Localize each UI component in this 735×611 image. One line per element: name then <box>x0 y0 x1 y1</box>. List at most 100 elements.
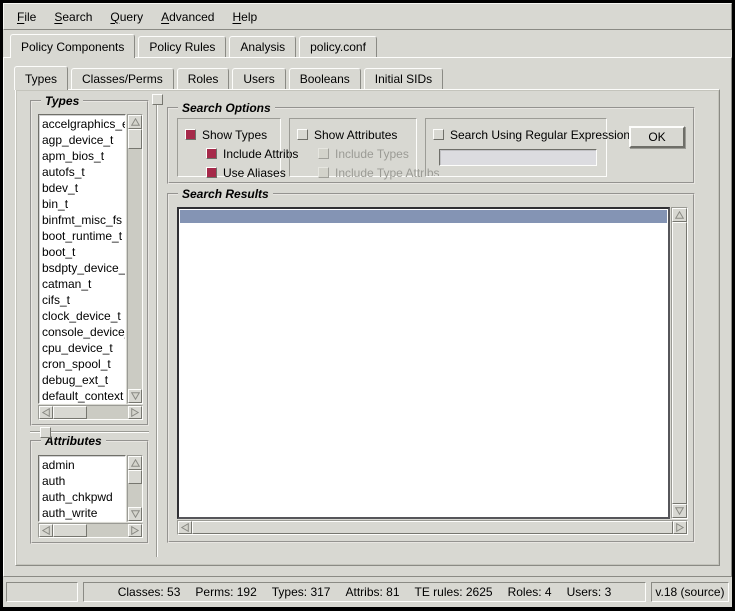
list-item[interactable]: clock_device_t <box>42 308 125 324</box>
types-groupbox-title: Types <box>41 94 83 108</box>
tab-policy-conf[interactable]: policy.conf <box>299 36 377 57</box>
include-attribs-checkbox[interactable]: Include Attribs <box>206 144 280 163</box>
scroll-down-icon[interactable] <box>128 389 142 403</box>
menu-help[interactable]: Help <box>223 7 266 27</box>
include-type-attribs-label: Include Type Attribs <box>335 166 440 180</box>
search-results-textarea[interactable] <box>177 207 670 519</box>
show-types-option-group: Show Types Include Attribs Use Aliases <box>177 118 281 177</box>
menu-advanced[interactable]: Advanced <box>152 7 223 27</box>
regex-input[interactable] <box>439 149 597 166</box>
sash-handle[interactable] <box>152 94 163 105</box>
list-item[interactable]: boot_t <box>42 244 125 260</box>
use-aliases-checkbox[interactable]: Use Aliases <box>206 163 280 182</box>
status-version-cell: v.18 (source) <box>651 582 729 602</box>
list-item[interactable]: catman_t <box>42 276 125 292</box>
checkbox-unchecked-icon <box>297 129 308 140</box>
menu-bar: File Search Query Advanced Help <box>3 3 732 30</box>
scroll-right-icon[interactable] <box>673 521 687 534</box>
list-item[interactable]: console_device_ <box>42 324 125 340</box>
types-listbox[interactable]: accelgraphics_e agp_device_t apm_bios_t … <box>38 114 126 404</box>
types-vertical-scrollbar[interactable] <box>127 114 143 404</box>
scroll-up-icon[interactable] <box>128 456 142 470</box>
list-item[interactable]: apm_bios_t <box>42 148 125 164</box>
scroll-right-icon[interactable] <box>128 406 142 419</box>
tab-types[interactable]: Types <box>14 66 68 90</box>
scrollbar-thumb[interactable] <box>672 222 687 504</box>
scroll-right-icon[interactable] <box>128 524 142 537</box>
types-horizontal-scrollbar[interactable] <box>38 405 143 420</box>
checkbox-unchecked-icon <box>433 129 444 140</box>
types-groupbox: Types accelgraphics_e agp_device_t apm_b… <box>30 100 149 426</box>
scrollbar-thumb[interactable] <box>53 524 87 537</box>
vertical-sash[interactable] <box>153 90 162 565</box>
menu-query[interactable]: Query <box>101 7 152 27</box>
list-item[interactable]: boot_runtime_t <box>42 228 125 244</box>
list-item[interactable]: auth_write <box>42 505 125 521</box>
selected-line-highlight <box>180 210 667 223</box>
scrollbar-thumb[interactable] <box>192 521 673 534</box>
include-types-checkbox: Include Types <box>318 144 416 163</box>
tab-initial-sids[interactable]: Initial SIDs <box>364 68 443 89</box>
list-item[interactable]: bdev_t <box>42 180 125 196</box>
list-item[interactable]: autofs_t <box>42 164 125 180</box>
show-types-checkbox[interactable]: Show Types <box>185 125 280 144</box>
sash-handle[interactable] <box>40 427 51 438</box>
tab-roles[interactable]: Roles <box>177 68 230 89</box>
tab-policy-rules[interactable]: Policy Rules <box>138 36 226 57</box>
version-label: v.18 (source) <box>655 585 724 599</box>
scroll-up-icon[interactable] <box>128 115 142 129</box>
list-item[interactable]: accelgraphics_e <box>42 116 125 132</box>
list-item[interactable]: auth <box>42 473 125 489</box>
list-item[interactable]: cron_spool_t <box>42 356 125 372</box>
scroll-up-icon[interactable] <box>672 208 687 222</box>
menu-advanced-label: dvanced <box>169 10 214 24</box>
ok-button[interactable]: OK <box>629 126 685 148</box>
checkbox-checked-icon <box>206 167 217 178</box>
tab-booleans[interactable]: Booleans <box>289 68 361 89</box>
scrollbar-track[interactable] <box>87 406 128 419</box>
app-window: File Search Query Advanced Help Policy C… <box>0 0 735 611</box>
search-options-title: Search Options <box>178 101 275 115</box>
list-item[interactable]: debug_ext_t <box>42 372 125 388</box>
list-item[interactable]: bsdpty_device_ <box>42 260 125 276</box>
search-results-groupbox: Search Results <box>167 193 695 543</box>
scrollbar-thumb[interactable] <box>128 470 142 484</box>
scrollbar-track[interactable] <box>87 524 128 537</box>
component-tab-bar: Types Classes/Perms Roles Users Booleans… <box>4 58 731 89</box>
results-vertical-scrollbar[interactable] <box>671 207 688 519</box>
list-item[interactable]: default_context <box>42 388 125 404</box>
list-item[interactable]: cifs_t <box>42 292 125 308</box>
show-types-label: Show Types <box>202 128 267 142</box>
list-item[interactable]: bin_t <box>42 196 125 212</box>
scroll-down-icon[interactable] <box>128 507 142 521</box>
tab-policy-components[interactable]: Policy Components <box>10 34 135 58</box>
attributes-listbox[interactable]: admin auth auth_chkpwd auth_write <box>38 455 126 522</box>
tab-classes-perms[interactable]: Classes/Perms <box>71 68 174 89</box>
scroll-down-icon[interactable] <box>672 504 687 518</box>
list-item[interactable]: cpu_device_t <box>42 340 125 356</box>
tab-analysis[interactable]: Analysis <box>229 36 296 57</box>
status-roles: Roles: 4 <box>508 585 552 599</box>
list-item[interactable]: admin <box>42 457 125 473</box>
list-item[interactable]: agp_device_t <box>42 132 125 148</box>
show-attributes-option-group: Show Attributes Include Types Include Ty… <box>289 118 417 177</box>
scrollbar-track[interactable] <box>128 484 142 507</box>
scrollbar-track[interactable] <box>128 149 142 389</box>
scroll-left-icon[interactable] <box>39 406 53 419</box>
scroll-left-icon[interactable] <box>39 524 53 537</box>
results-horizontal-scrollbar[interactable] <box>177 520 688 535</box>
menu-file[interactable]: File <box>8 7 45 27</box>
tab-users[interactable]: Users <box>232 68 285 89</box>
attributes-vertical-scrollbar[interactable] <box>127 455 143 522</box>
scrollbar-thumb[interactable] <box>53 406 87 419</box>
scroll-left-icon[interactable] <box>178 521 192 534</box>
list-item[interactable]: auth_chkpwd <box>42 489 125 505</box>
show-attributes-checkbox[interactable]: Show Attributes <box>297 125 416 144</box>
use-aliases-label: Use Aliases <box>223 166 286 180</box>
attributes-horizontal-scrollbar[interactable] <box>38 523 143 538</box>
menu-advanced-mnemonic: A <box>161 10 169 24</box>
list-item[interactable]: binfmt_misc_fs <box>42 212 125 228</box>
regex-checkbox[interactable]: Search Using Regular Expression <box>433 125 598 144</box>
menu-search[interactable]: Search <box>45 7 101 27</box>
scrollbar-thumb[interactable] <box>128 129 142 149</box>
